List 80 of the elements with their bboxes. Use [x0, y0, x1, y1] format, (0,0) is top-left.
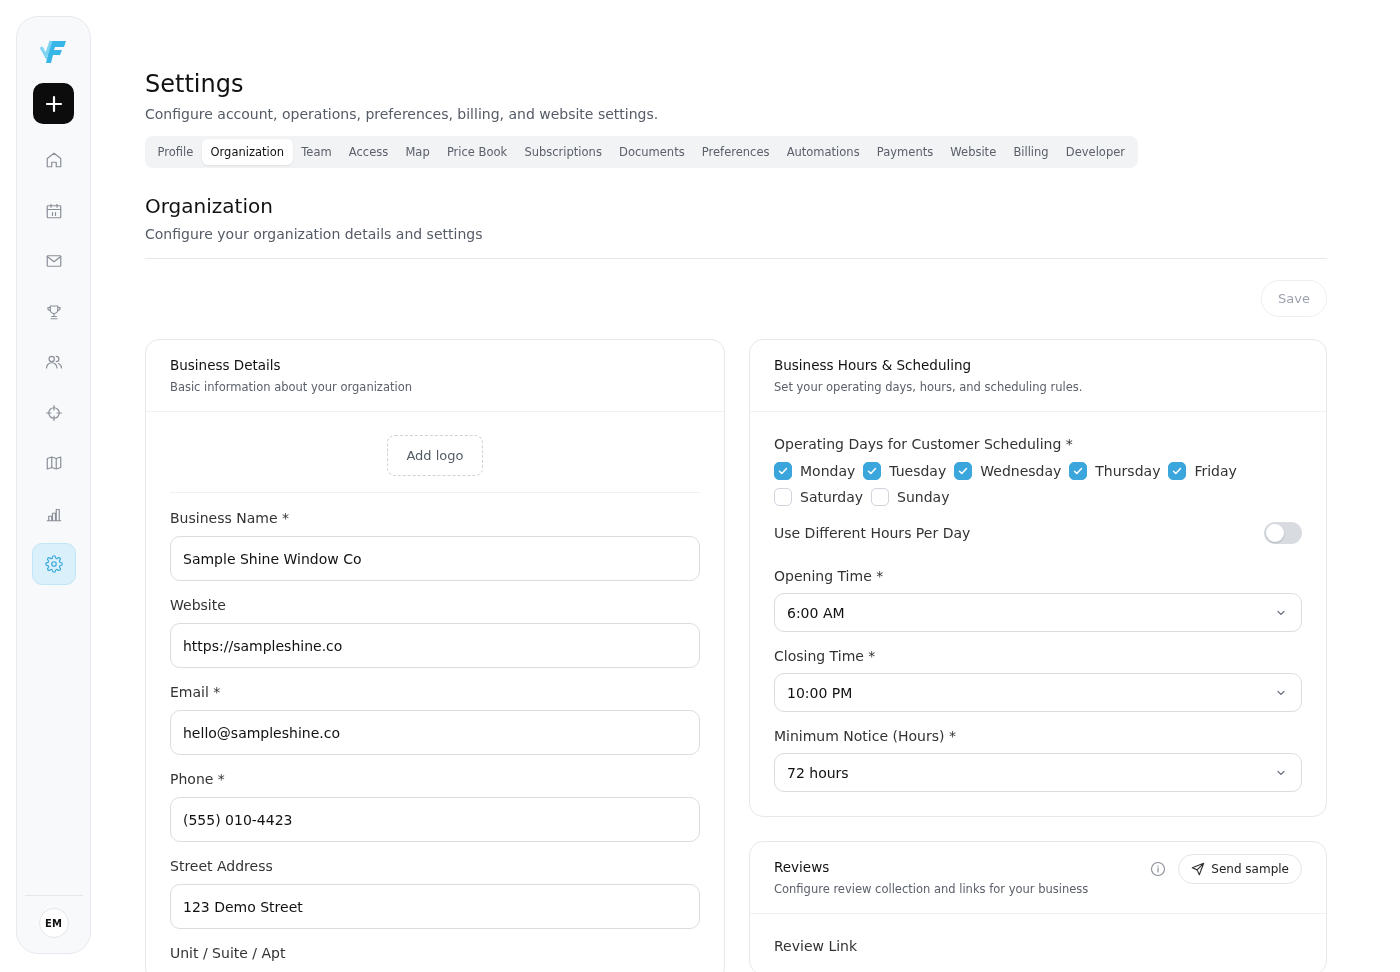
input-field[interactable]: 123 Demo Street	[170, 884, 700, 929]
field-label: Unit / Suite / Apt	[170, 945, 287, 961]
home-icon	[44, 151, 63, 169]
checkbox[interactable]	[774, 462, 792, 480]
field-label: Closing Time *	[774, 648, 877, 664]
field-label: Email *	[170, 684, 222, 700]
send-icon	[1191, 862, 1206, 876]
settings-tab[interactable]: Automations	[778, 139, 869, 165]
checkbox[interactable]	[774, 488, 792, 506]
card-title: Reviews	[774, 859, 831, 875]
checkmark-icon	[1171, 465, 1184, 477]
card-subtitle: Configure review collection and links for your business	[774, 882, 1089, 896]
card-title: Business Details	[170, 357, 282, 373]
settings-nav-button[interactable]	[31, 543, 76, 585]
settings-tab[interactable]: Profile	[149, 139, 202, 165]
settings-tab[interactable]: Developer	[1057, 139, 1134, 165]
section-title: Organization	[145, 194, 274, 218]
settings-tab[interactable]: Billing	[1004, 139, 1058, 165]
crosshair-icon	[44, 403, 63, 422]
checkbox-label: Wednesday	[980, 463, 1062, 479]
card-subtitle: Set your operating days, hours, and scheduling rules.	[774, 380, 1084, 394]
checkbox[interactable]	[954, 462, 973, 480]
toggle-switch[interactable]	[1264, 522, 1302, 544]
checkbox-label: Tuesday	[889, 463, 947, 479]
settings-tab[interactable]: Access	[340, 139, 397, 165]
field-label: Review Link	[774, 938, 859, 954]
settings-tab[interactable]: Map	[396, 139, 439, 165]
toggle-label: Use Different Hours Per Day	[774, 525, 971, 541]
select-field[interactable]: 10:00 PM	[774, 673, 1302, 712]
checkmark-icon	[866, 465, 879, 477]
send-sample-button[interactable]: Send sample	[1178, 854, 1302, 884]
user-avatar[interactable]: EM	[38, 908, 69, 938]
select-field[interactable]: 72 hours	[774, 753, 1302, 792]
settings-tab[interactable]: Documents	[610, 139, 694, 165]
checkmark-icon	[957, 465, 970, 477]
select-field[interactable]: 6:00 AM	[774, 593, 1302, 632]
add-logo-button[interactable]: Add logo	[387, 435, 483, 476]
page-subtitle: Configure account, operations, preferences, billing, and website settings.	[145, 106, 660, 122]
checkbox[interactable]	[1168, 462, 1187, 480]
plus-icon	[44, 94, 63, 113]
settings-tab[interactable]: Preferences	[693, 139, 779, 165]
mail-icon	[44, 252, 63, 270]
field-label: Website	[170, 597, 227, 613]
info-icon[interactable]	[1150, 861, 1167, 877]
checkbox-label: Thursday	[1095, 463, 1161, 479]
page-title: Settings	[145, 70, 245, 100]
checkbox-label: Saturday	[800, 489, 864, 505]
input-field[interactable]: (555) 010-4423	[170, 797, 700, 842]
checkbox[interactable]	[871, 488, 890, 506]
field-label: Street Address	[170, 858, 274, 874]
field-label: Phone *	[170, 771, 226, 787]
map-icon	[44, 454, 63, 472]
settings-tab[interactable]: Subscriptions	[515, 139, 611, 165]
field-label: Operating Days for Customer Scheduling *	[774, 436, 1074, 452]
users-icon	[44, 353, 63, 371]
input-field[interactable]: https://sampleshine.co	[170, 623, 700, 668]
add-button[interactable]	[33, 83, 74, 124]
section-subtitle: Configure your organization details and settings	[145, 226, 484, 242]
input-field[interactable]: hello@sampleshine.co	[170, 710, 700, 755]
checkbox-label: Sunday	[897, 489, 950, 505]
checkbox[interactable]	[1069, 462, 1088, 480]
input-field[interactable]: Sample Shine Window Co	[170, 536, 700, 581]
calendar-icon	[44, 201, 63, 220]
settings-tab[interactable]: Website	[941, 139, 1005, 165]
trophy-icon	[44, 302, 63, 321]
settings-icon	[44, 555, 63, 573]
checkbox[interactable]	[863, 462, 882, 480]
checkbox-label: Monday	[800, 463, 856, 479]
settings-tab[interactable]: Payments	[868, 139, 942, 165]
checkbox-label: Friday	[1194, 463, 1237, 479]
card-title: Business Hours & Scheduling	[774, 357, 973, 373]
field-label: Minimum Notice (Hours) *	[774, 728, 957, 744]
checkmark-icon	[777, 465, 789, 477]
settings-tab[interactable]: Team	[292, 139, 341, 165]
settings-tab[interactable]: Price Book	[438, 139, 516, 165]
field-label: Business Name *	[170, 510, 290, 526]
checkmark-icon	[1072, 465, 1085, 477]
field-label: Opening Time *	[774, 568, 885, 584]
settings-tab[interactable]: Organization	[201, 139, 293, 165]
card-subtitle: Basic information about your organization	[170, 380, 413, 394]
